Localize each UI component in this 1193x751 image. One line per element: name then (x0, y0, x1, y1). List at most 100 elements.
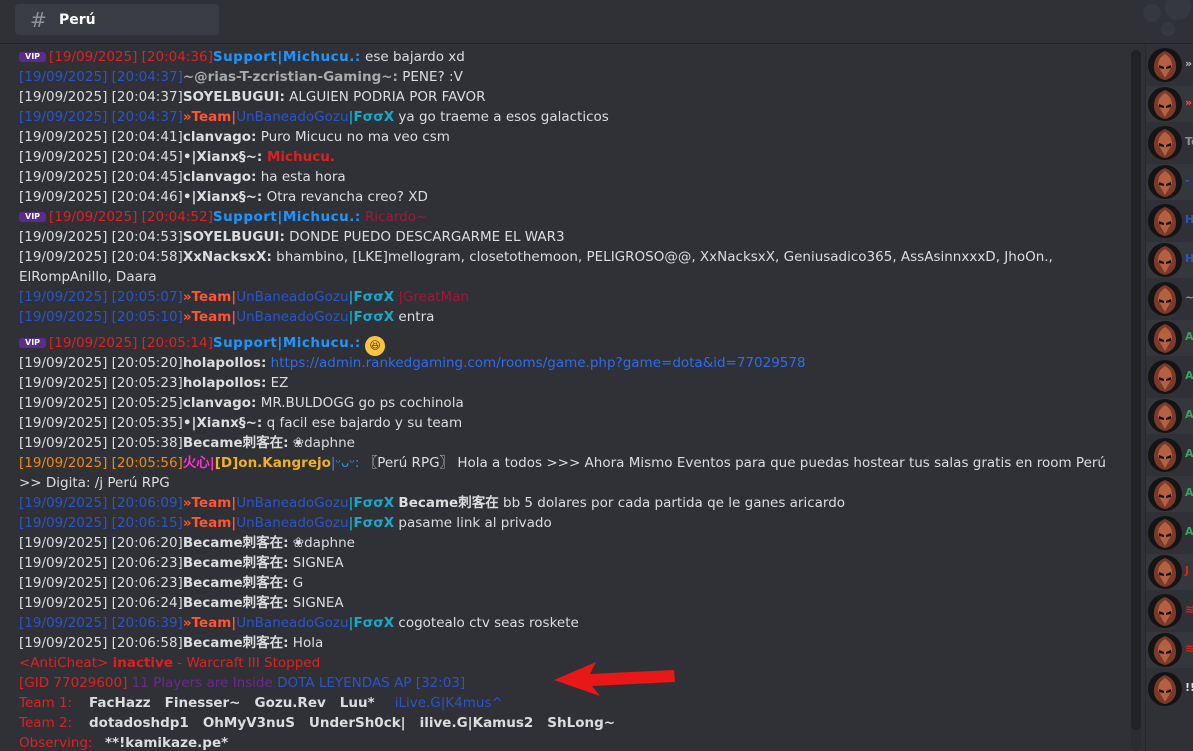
member-item[interactable]: To (1146, 125, 1193, 161)
message-text: SIGNEA (288, 595, 344, 611)
player-name[interactable]: **!kamikaze.pe* (105, 735, 228, 751)
channel-tab[interactable]: # Perú (15, 4, 219, 35)
member-item[interactable]: A (1146, 476, 1193, 512)
username[interactable]: [D]on.Kangrejo (215, 455, 331, 471)
member-avatar[interactable] (1148, 204, 1182, 238)
member-item[interactable]: - (1146, 164, 1193, 200)
player-name[interactable]: OhMyV3nuS (203, 715, 295, 731)
helmet-avatar-icon (1154, 675, 1176, 704)
username[interactable]: UnBaneadoGozu (236, 515, 348, 531)
username[interactable]: UnBaneadoGozu (236, 309, 348, 325)
username[interactable]: SOYELBUGUI: (183, 89, 285, 105)
room-link[interactable]: https://admin.rankedgaming.com/rooms/gam… (266, 355, 806, 371)
member-avatar[interactable] (1148, 87, 1182, 121)
username[interactable]: holapollos: (183, 355, 267, 371)
member-name[interactable]: J (1185, 564, 1189, 577)
username[interactable]: clanvago: (183, 395, 257, 411)
player-name[interactable]: Gozu.Rev (254, 695, 325, 711)
username[interactable]: UnBaneadoGozu (236, 615, 348, 631)
player-name[interactable]: Luu* (340, 695, 375, 711)
chat-scrollbar[interactable] (1131, 50, 1141, 751)
username[interactable]: XxNacksxX: (183, 249, 272, 265)
member-avatar[interactable] (1148, 282, 1182, 316)
player-name[interactable]: FacHazz (89, 695, 151, 711)
player-name[interactable]: dotadoshdp1 (89, 715, 189, 731)
member-name[interactable]: - (1185, 174, 1190, 187)
member-avatar[interactable] (1148, 321, 1182, 355)
member-item[interactable]: » (1146, 47, 1193, 83)
member-item[interactable]: A (1146, 515, 1193, 551)
username[interactable]: Became刺客在: (183, 595, 289, 611)
member-item[interactable]: A (1146, 398, 1193, 434)
member-name[interactable]: A (1185, 486, 1193, 499)
member-avatar[interactable] (1148, 672, 1182, 706)
member-avatar[interactable] (1148, 633, 1182, 667)
member-avatar[interactable] (1148, 360, 1182, 394)
username[interactable]: Became刺客在: (183, 435, 289, 451)
player-name[interactable]: iLive.G|K4mus^ (395, 695, 503, 711)
member-avatar[interactable] (1148, 243, 1182, 277)
member-name[interactable]: H (1185, 252, 1193, 265)
member-item[interactable]: ≋ (1146, 593, 1193, 629)
member-item[interactable]: ~ (1146, 281, 1193, 317)
member-item[interactable]: A (1146, 359, 1193, 395)
username[interactable]: Became刺客在: (183, 575, 289, 591)
username[interactable]: Support|Michucu.: (213, 209, 361, 225)
clan-tag: |FσσX (348, 615, 395, 631)
username[interactable]: Support|Michucu.: (213, 335, 361, 351)
member-item[interactable]: A (1146, 437, 1193, 473)
username[interactable]: clanvago: (183, 129, 257, 145)
username[interactable]: ~@rias-T-zcristian-Gaming~: (183, 69, 398, 85)
username[interactable]: holapollos: (183, 375, 267, 391)
member-avatar[interactable] (1148, 594, 1182, 628)
member-name[interactable]: !! (1185, 681, 1193, 694)
member-avatar[interactable] (1148, 477, 1182, 511)
member-item[interactable]: H (1146, 242, 1193, 278)
member-name[interactable]: » (1185, 96, 1192, 109)
member-avatar[interactable] (1148, 399, 1182, 433)
player-name[interactable]: UnderSh0ck| (309, 715, 406, 731)
member-item[interactable]: A (1146, 320, 1193, 356)
member-avatar[interactable] (1148, 126, 1182, 160)
member-name[interactable]: A (1185, 408, 1193, 421)
member-name[interactable]: H (1185, 213, 1193, 226)
member-name[interactable]: To (1185, 135, 1193, 148)
username[interactable]: •|Xianx§~: (183, 149, 262, 165)
username[interactable]: UnBaneadoGozu (236, 495, 348, 511)
member-name[interactable]: A (1185, 369, 1193, 382)
member-name[interactable]: » (1185, 57, 1192, 70)
member-name[interactable]: A (1185, 330, 1193, 343)
member-name[interactable]: ~ (1185, 291, 1193, 304)
player-name[interactable]: ilive.G|Kamus2 (420, 715, 534, 731)
member-name[interactable]: A (1185, 525, 1193, 538)
member-item[interactable]: » (1146, 86, 1193, 122)
username[interactable]: Became刺客在: (183, 535, 289, 551)
member-item[interactable]: H (1146, 203, 1193, 239)
member-item[interactable]: J (1146, 554, 1193, 590)
member-avatar[interactable] (1148, 48, 1182, 82)
member-avatar[interactable] (1148, 516, 1182, 550)
username[interactable]: SOYELBUGUI: (183, 229, 285, 245)
username[interactable]: UnBaneadoGozu (236, 289, 348, 305)
player-name[interactable]: ShLong~ (547, 715, 615, 731)
member-name[interactable]: A (1185, 447, 1193, 460)
message-text: Otra revancha creo? XD (262, 189, 428, 205)
username[interactable]: •|Xianx§~: (183, 189, 262, 205)
member-item[interactable]: !! (1146, 671, 1193, 707)
member-item[interactable]: ≋ (1146, 632, 1193, 668)
member-avatar[interactable] (1148, 438, 1182, 472)
username[interactable]: Became刺客在: (183, 555, 289, 571)
member-avatar[interactable] (1148, 165, 1182, 199)
username[interactable]: Support|Michucu.: (213, 49, 361, 65)
scrollbar-thumb[interactable] (1131, 50, 1141, 730)
username[interactable]: clanvago: (183, 169, 257, 185)
member-name[interactable]: ≋ (1185, 603, 1193, 616)
member-avatar[interactable] (1148, 555, 1182, 589)
member-name[interactable]: ≋ (1185, 642, 1193, 655)
username[interactable]: UnBaneadoGozu (236, 109, 348, 125)
player-name[interactable]: Finesser~ (165, 695, 241, 711)
username[interactable]: Became刺客在: (183, 635, 289, 651)
username[interactable]: •|Xianx§~: (183, 415, 262, 431)
message-text: entra (394, 309, 435, 325)
mention[interactable]: Became刺客在 (398, 495, 498, 511)
